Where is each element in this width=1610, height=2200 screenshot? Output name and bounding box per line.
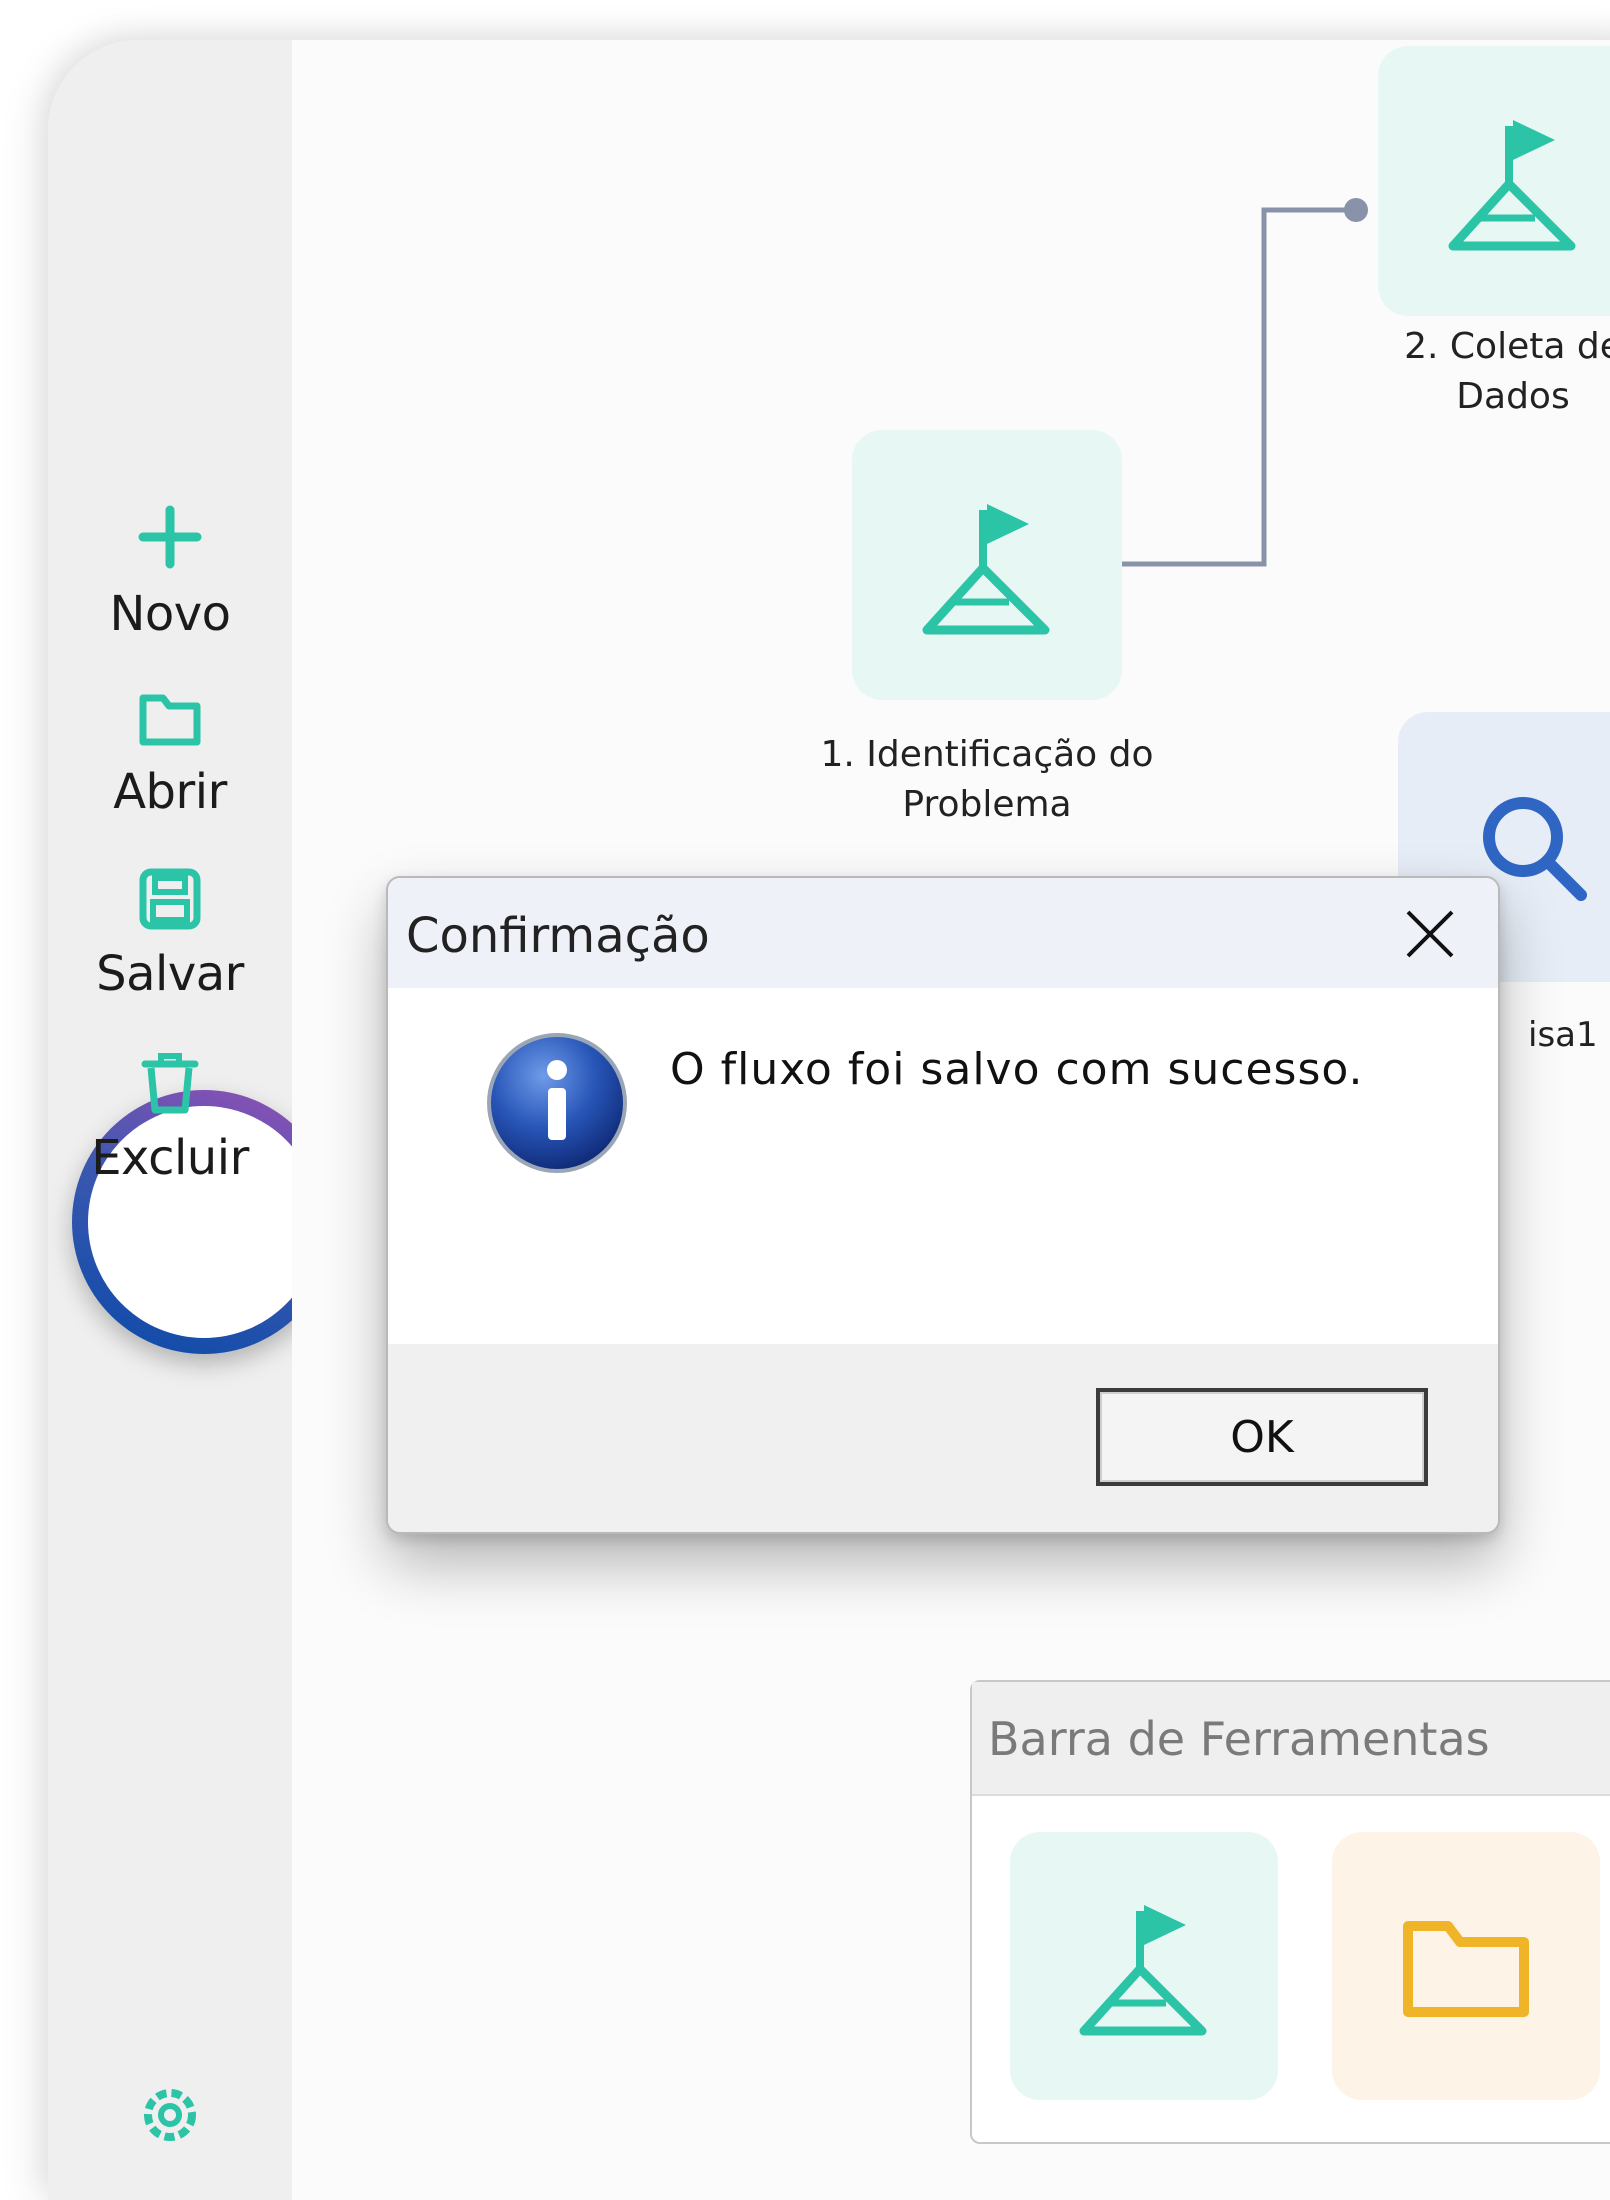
sidebar-item-label: Excluir: [91, 1130, 249, 1186]
tool-folder[interactable]: [1332, 1832, 1600, 2100]
dialog-message: O fluxo foi salvo com sucesso.: [670, 1044, 1364, 1095]
confirmation-dialog: Confirmação O fluxo foi salvo com sucess…: [386, 876, 1500, 1534]
node-label: 1. Identificação do Problema: [820, 734, 1154, 825]
close-icon[interactable]: [1400, 904, 1460, 964]
folder-icon: [139, 694, 201, 746]
trash-icon: [141, 1053, 199, 1114]
sidebar-item-label: Abrir: [113, 764, 227, 820]
flag-mountain-icon: [1079, 1905, 1207, 2036]
tool-flag[interactable]: [1010, 1832, 1278, 2100]
dialog-titlebar: Confirmação: [388, 878, 1498, 988]
save-icon: [139, 868, 201, 930]
folder-icon: [1403, 1921, 1529, 2017]
dialog-footer: OK: [388, 1344, 1498, 1532]
sidebar-item-label: Salvar: [96, 946, 244, 1002]
ok-button[interactable]: OK: [1096, 1388, 1428, 1486]
sidebar-item-label: Novo: [109, 586, 231, 642]
sidebar-item-abrir[interactable]: Abrir: [48, 684, 292, 820]
dialog-title: Confirmação: [406, 908, 710, 964]
toolbar-panel-title: Barra de Ferramentas: [988, 1712, 1490, 1766]
sidebar: Novo Abrir Salvar Excluir: [48, 40, 320, 2200]
plus-icon: [138, 505, 202, 569]
settings-button[interactable]: [48, 2080, 292, 2150]
toolbar-panel-header: Barra de Ferramentas: [972, 1682, 1610, 1796]
flow-node-identificacao[interactable]: [852, 430, 1122, 700]
sidebar-item-salvar[interactable]: Salvar: [48, 866, 292, 1002]
sidebar-item-excluir[interactable]: Excluir: [48, 1050, 292, 1186]
node-label: isa1: [1528, 1015, 1598, 1055]
node-label: 2. Coleta de Dados: [1404, 326, 1610, 417]
dialog-body: O fluxo foi salvo com sucesso.: [388, 988, 1498, 1220]
flag-mountain-icon: [1448, 120, 1576, 251]
sidebar-item-novo[interactable]: Novo: [48, 502, 292, 642]
flow-node-coleta[interactable]: [1378, 46, 1610, 316]
gear-icon: [144, 2089, 196, 2141]
info-icon: [487, 1033, 627, 1173]
toolbar-panel: Barra de Ferramentas: [970, 1680, 1610, 2144]
flag-mountain-icon: [922, 504, 1050, 635]
